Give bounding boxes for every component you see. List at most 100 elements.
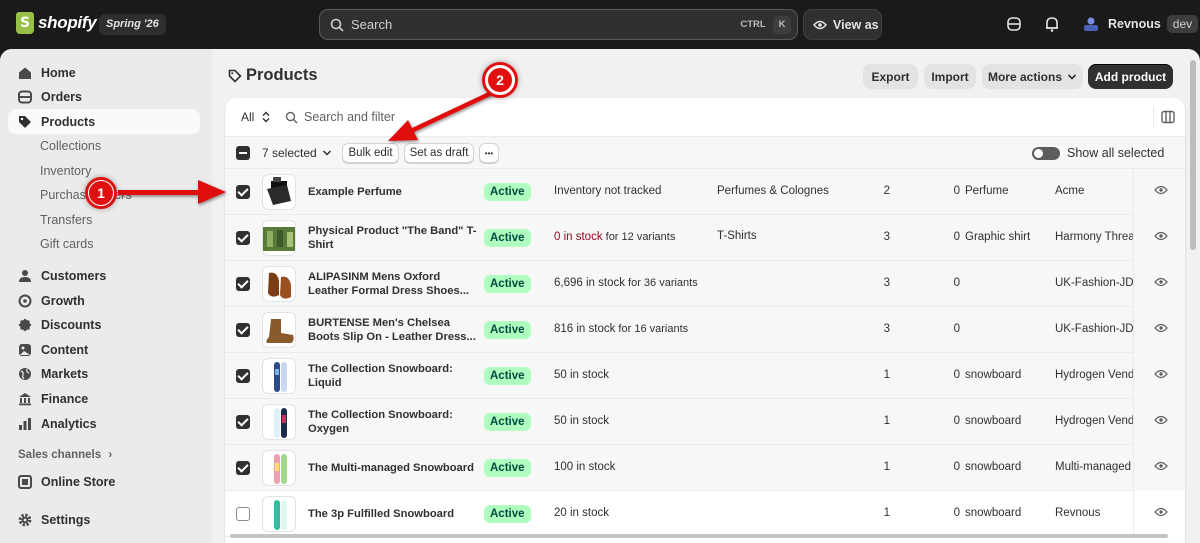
online-store-icon xyxy=(18,474,32,489)
growth-icon xyxy=(18,294,32,307)
channels-count: 2 xyxy=(883,185,890,197)
eye-icon xyxy=(1154,415,1168,425)
row-checkbox[interactable] xyxy=(236,231,250,245)
table-row[interactable]: BURTENSE Men's Chelsea Boots Slip On - L… xyxy=(225,307,1185,353)
horizontal-scrollbar[interactable] xyxy=(230,534,1168,538)
row-checkbox[interactable] xyxy=(236,369,250,383)
table-row[interactable]: The Multi-managed Snowboard Active 100 i… xyxy=(225,445,1185,491)
table-row[interactable]: The 3p Fulfilled Snowboard Active 20 in … xyxy=(225,491,1185,537)
product-name[interactable]: The Collection Snowboard: Oxygen xyxy=(308,408,480,436)
store-icon[interactable] xyxy=(1005,15,1023,33)
sidebar-item-discounts[interactable]: Discounts xyxy=(8,312,200,337)
kbd-ctrl: CTRL xyxy=(740,19,766,30)
columns-button[interactable] xyxy=(1153,106,1177,128)
user-menu[interactable]: Revnous dev xyxy=(1082,14,1199,34)
preview-cell[interactable] xyxy=(1133,353,1185,399)
type-cell: Perfume xyxy=(965,185,1009,197)
sidebar-subitem-inventory[interactable]: Inventory xyxy=(40,161,91,181)
select-all-checkbox[interactable] xyxy=(236,146,250,160)
preview-cell[interactable] xyxy=(1133,307,1185,353)
sidebar-item-analytics[interactable]: Analytics xyxy=(8,411,200,436)
sort-arrows-icon xyxy=(262,111,270,123)
sidebar-item-growth[interactable]: Growth xyxy=(8,288,200,313)
selected-count-dropdown[interactable]: 7 selected xyxy=(262,146,332,160)
product-name[interactable]: The Multi-managed Snowboard xyxy=(308,461,480,475)
view-as-button[interactable]: View as xyxy=(803,9,882,40)
row-checkbox[interactable] xyxy=(236,323,250,337)
product-thumbnail xyxy=(262,266,296,302)
markets-count: 0 xyxy=(953,415,960,427)
gear-icon xyxy=(18,513,32,526)
global-search-input[interactable]: Search CTRL K xyxy=(319,9,798,40)
table-row[interactable]: Physical Product "The Band" T-Shirt Acti… xyxy=(225,215,1185,261)
inventory-text: 6,696 in stock xyxy=(554,277,625,289)
home-icon xyxy=(19,67,31,79)
sidebar-subitem-transfers[interactable]: Transfers xyxy=(40,210,92,230)
preview-cell[interactable] xyxy=(1133,445,1185,491)
sidebar: Home Orders Products Collections Invento… xyxy=(0,49,212,543)
preview-cell[interactable] xyxy=(1133,261,1185,307)
sidebar-item-home[interactable]: Home xyxy=(8,60,200,85)
sidebar-label-customers: Customers xyxy=(41,268,107,283)
more-actions-button[interactable]: More actions xyxy=(982,64,1083,89)
table-row[interactable]: Example Perfume Active Inventory not tra… xyxy=(225,169,1185,215)
callout-1-number: 1 xyxy=(89,181,113,205)
import-button[interactable]: Import xyxy=(924,64,976,89)
sidebar-item-markets[interactable]: Markets xyxy=(8,361,200,386)
sidebar-item-finance[interactable]: Finance xyxy=(8,386,200,411)
sidebar-subitem-collections[interactable]: Collections xyxy=(40,136,101,156)
preview-cell[interactable] xyxy=(1133,215,1185,261)
more-bulk-actions-button[interactable]: ••• xyxy=(479,143,499,163)
vertical-scrollbar[interactable] xyxy=(1190,60,1196,250)
set-as-draft-button[interactable]: Set as draft xyxy=(404,143,474,163)
product-name[interactable]: The Collection Snowboard: Liquid xyxy=(308,362,480,390)
sales-channels-label: Sales channels xyxy=(18,449,102,461)
product-name[interactable]: Physical Product "The Band" T-Shirt xyxy=(308,224,480,252)
markets-count: 0 xyxy=(953,231,960,243)
sidebar-subitem-gift-cards[interactable]: Gift cards xyxy=(40,234,94,254)
product-name[interactable]: Example Perfume xyxy=(308,185,480,199)
sidebar-item-online-store[interactable]: Online Store xyxy=(8,469,200,494)
channels-count: 1 xyxy=(883,369,890,381)
preview-cell[interactable] xyxy=(1133,491,1185,537)
bulk-edit-button[interactable]: Bulk edit xyxy=(342,143,399,163)
tab-all[interactable]: All xyxy=(241,110,271,124)
preview-cell[interactable] xyxy=(1133,169,1185,215)
product-name[interactable]: BURTENSE Men's Chelsea Boots Slip On - L… xyxy=(308,316,480,344)
row-checkbox[interactable] xyxy=(236,277,250,291)
channels-count: 3 xyxy=(883,231,890,243)
export-button[interactable]: Export xyxy=(863,64,918,89)
row-checkbox[interactable] xyxy=(236,185,250,199)
content-icon xyxy=(19,343,31,356)
type-cell: snowboard xyxy=(965,461,1022,473)
channels-count: 3 xyxy=(883,277,890,289)
row-checkbox[interactable] xyxy=(236,415,250,429)
finance-icon xyxy=(19,392,31,405)
product-name[interactable]: The 3p Fulfilled Snowboard xyxy=(308,507,480,521)
view-as-label: View as xyxy=(833,17,879,32)
show-all-selected-toggle[interactable] xyxy=(1032,147,1060,160)
inventory-text: 816 in stock xyxy=(554,323,616,335)
row-checkbox[interactable] xyxy=(236,507,250,521)
product-thumbnail xyxy=(262,496,296,532)
type-cell: snowboard xyxy=(965,369,1022,381)
row-checkbox[interactable] xyxy=(236,461,250,475)
table-row[interactable]: The Collection Snowboard: Oxygen Active … xyxy=(225,399,1185,445)
bell-icon[interactable] xyxy=(1043,15,1061,33)
inventory-cell: 100 in stock xyxy=(554,461,615,473)
table-row[interactable]: ALIPASINM Mens Oxford Leather Formal Dre… xyxy=(225,261,1185,307)
channels-count: 1 xyxy=(883,507,890,519)
sidebar-item-settings[interactable]: Settings xyxy=(8,507,200,532)
product-name[interactable]: ALIPASINM Mens Oxford Leather Formal Dre… xyxy=(308,270,480,298)
preview-cell[interactable] xyxy=(1133,399,1185,445)
table-row[interactable]: The Collection Snowboard: Liquid Active … xyxy=(225,353,1185,399)
shopify-logo[interactable]: shopify xyxy=(16,12,97,34)
callout-2-number: 2 xyxy=(488,68,512,92)
add-product-button[interactable]: Add product xyxy=(1088,64,1173,89)
sales-channels-heading[interactable]: Sales channels › xyxy=(18,449,112,461)
sidebar-item-content[interactable]: Content xyxy=(8,337,200,362)
sidebar-item-orders[interactable]: Orders xyxy=(8,84,200,109)
search-filter-input[interactable]: Search and filter xyxy=(285,110,395,124)
sidebar-item-customers[interactable]: Customers xyxy=(8,263,200,288)
sidebar-item-products[interactable]: Products xyxy=(8,109,200,134)
